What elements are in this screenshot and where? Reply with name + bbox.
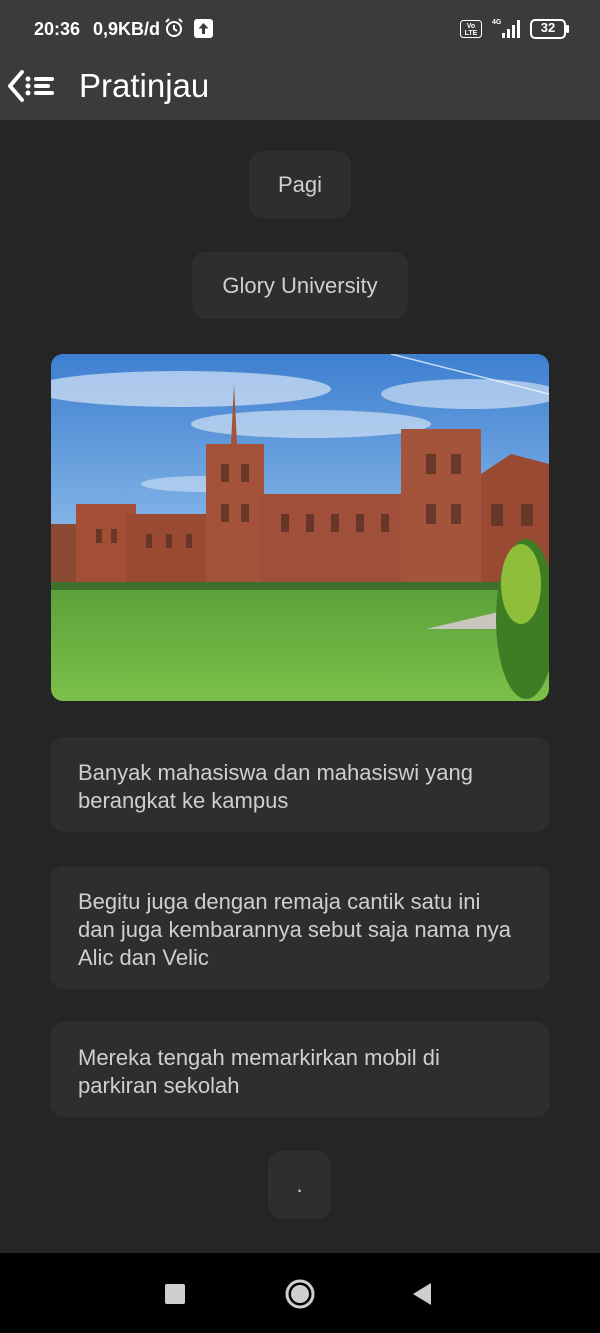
story-paragraph-2: Begitu juga dengan remaja cantik satu in…: [50, 866, 550, 989]
upload-icon: [194, 19, 213, 38]
battery-level: 32: [540, 20, 556, 35]
location-bubble: Glory University: [192, 252, 408, 319]
ending-bubble: .: [268, 1151, 331, 1219]
network-type-label: 4G: [492, 19, 502, 26]
location-text: Glory University: [222, 272, 378, 298]
back-icon[interactable]: [411, 1282, 433, 1306]
home-icon[interactable]: [284, 1278, 316, 1310]
status-bar: 20:36 0,9KB/d Vo LTE 4G 32: [0, 0, 600, 58]
university-building-photo: [51, 354, 549, 701]
greeting-bubble: Pagi: [249, 151, 351, 218]
status-network-speed: 0,9KB/d: [93, 19, 161, 39]
app-bar: Pratinjau: [0, 58, 600, 120]
recent-apps-icon[interactable]: [164, 1283, 186, 1305]
story-paragraph-3: Mereka tengah memarkirkan mobil di parki…: [50, 1022, 550, 1117]
paragraph-text: Begitu juga dengan remaja cantik satu in…: [78, 889, 511, 970]
alarm-icon: [165, 18, 183, 37]
system-navigation-bar: [0, 1253, 600, 1333]
paragraph-text: Banyak mahasiswa dan mahasiswi yang bera…: [78, 760, 473, 813]
story-paragraph-1: Banyak mahasiswa dan mahasiswi yang bera…: [50, 737, 550, 832]
greeting-text: Pagi: [277, 171, 323, 197]
page-title: Pratinjau: [79, 67, 210, 104]
svg-text:LTE: LTE: [465, 30, 478, 37]
back-menu-icon[interactable]: [8, 66, 56, 106]
paragraph-text: Mereka tengah memarkirkan mobil di parki…: [78, 1045, 440, 1098]
status-time: 20:36: [34, 19, 81, 39]
svg-text:Vo: Vo: [467, 23, 475, 30]
ending-text: .: [296, 1172, 303, 1197]
volte-icon: Vo LTE: [460, 20, 482, 38]
signal-icon: 4G: [492, 19, 520, 38]
